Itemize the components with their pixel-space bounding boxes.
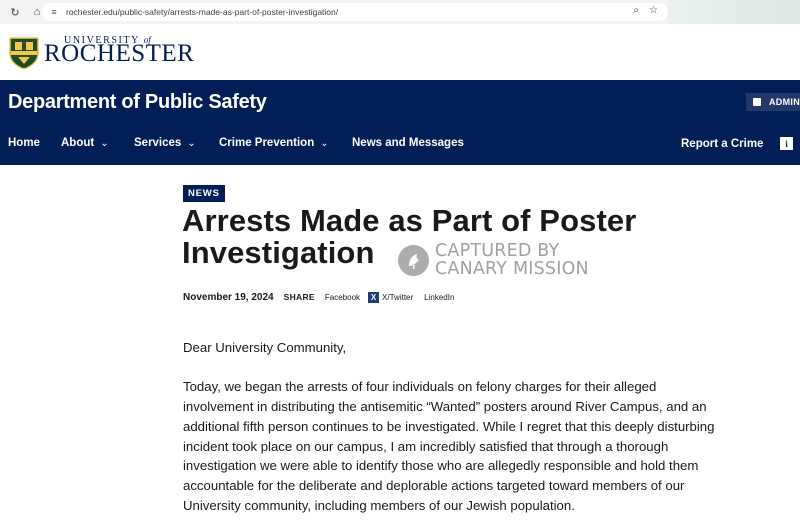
chevron-down-icon: ⌄ xyxy=(187,138,196,149)
publish-date: November 19, 2024 xyxy=(183,291,274,303)
share-x-link[interactable]: X X/Twitter xyxy=(368,291,414,303)
info-icon[interactable]: i xyxy=(780,137,793,150)
department-banner: Department of Public Safety xyxy=(0,80,800,125)
article-meta: November 19, 2024 SHARE Facebook X X/Twit… xyxy=(183,290,454,304)
wordmark-rochester: ROCHESTER xyxy=(44,40,195,67)
url-text[interactable]: rochester.edu/public-safety/arrests-made… xyxy=(66,7,338,17)
bookmark-star-icon[interactable]: ☆ xyxy=(649,5,658,16)
university-header: UNIVERSITY of ROCHESTER xyxy=(0,24,800,80)
nav-home-label: Home xyxy=(8,137,40,149)
address-bar[interactable]: ≡ rochester.edu/public-safety/arrests-ma… xyxy=(42,3,668,21)
linkedin-label: LinkedIn xyxy=(424,292,455,302)
nav-news-messages-label: News and Messages xyxy=(352,137,464,149)
nav-about[interactable]: About ⌄ xyxy=(61,137,109,149)
nav-news-messages[interactable]: News and Messages xyxy=(352,137,464,149)
watermark-line1: CAPTURED BY xyxy=(435,241,560,261)
nav-services-label: Services xyxy=(134,137,182,149)
admin-button[interactable]: ADMINI xyxy=(746,93,800,111)
greeting: Dear University Community, xyxy=(183,340,347,355)
canary-bird-icon xyxy=(398,244,429,276)
watermark-line2: CANARY MISSION xyxy=(435,259,589,279)
nav-crime-prevention-label: Crime Prevention xyxy=(219,137,315,149)
article-body: Dear University Community, Today, we beg… xyxy=(183,338,728,520)
admin-label: ADMINI xyxy=(769,97,800,107)
category-badge[interactable]: NEWS xyxy=(183,185,225,202)
university-crest-logo[interactable] xyxy=(8,36,40,69)
x-label: X/Twitter xyxy=(382,292,414,302)
main-nav: Home About ⌄ Services ⌄ Crime Prevention ⌄ … xyxy=(0,125,800,165)
x-logo-icon: X xyxy=(368,291,380,303)
admin-icon xyxy=(753,98,761,106)
nav-home[interactable]: Home xyxy=(8,137,40,149)
report-crime-link[interactable]: Report a Crime xyxy=(681,138,763,150)
reload-icon[interactable]: ↻ xyxy=(8,5,22,19)
department-title[interactable]: Department of Public Safety xyxy=(8,91,267,114)
share-facebook-link[interactable]: Facebook xyxy=(325,293,360,302)
share-label: SHARE xyxy=(283,292,315,302)
chevron-down-icon: ⌄ xyxy=(320,138,329,149)
browser-extension-area xyxy=(668,0,800,24)
paragraph: Today, we began the arrests of four indi… xyxy=(183,379,715,513)
watermark: CAPTURED BY CANARY MISSION xyxy=(398,240,589,280)
nav-about-label: About xyxy=(61,137,95,149)
chevron-down-icon: ⌄ xyxy=(100,138,109,149)
zoom-icon[interactable]: ⌕ xyxy=(633,5,639,16)
facebook-label: Facebook xyxy=(324,292,361,302)
share-linkedin-link[interactable]: LinkedIn xyxy=(424,293,454,302)
nav-crime-prevention[interactable]: Crime Prevention ⌄ xyxy=(219,137,329,149)
nav-services[interactable]: Services ⌄ xyxy=(134,137,196,149)
site-settings-icon[interactable]: ≡ xyxy=(48,7,60,17)
